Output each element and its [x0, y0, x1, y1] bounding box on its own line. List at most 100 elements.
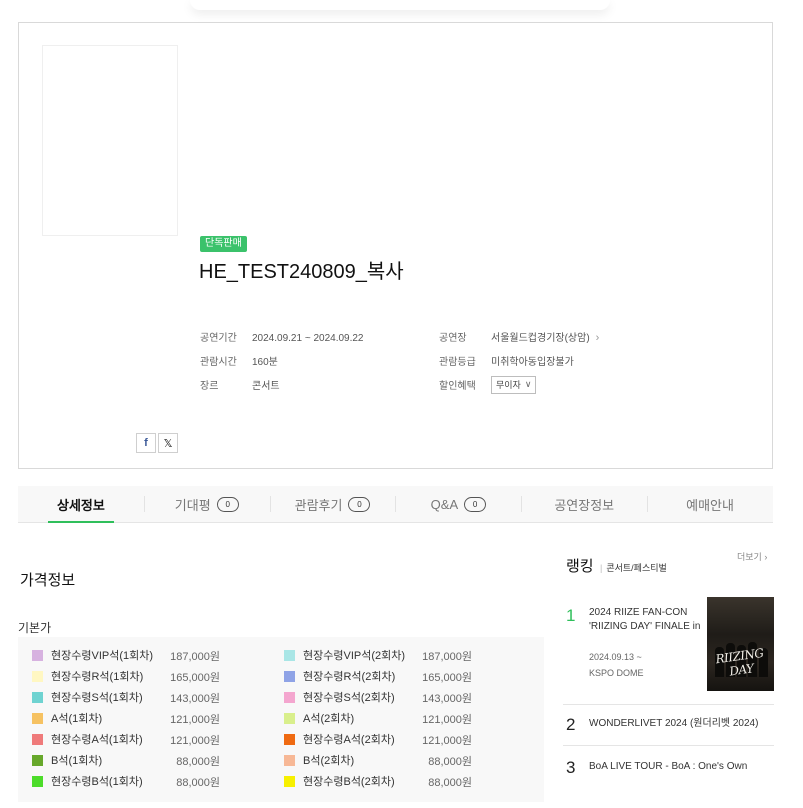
- tab-label: 상세정보: [56, 497, 105, 513]
- product-card: f 𝕏 단독판매 HE_TEST240809_복사 공연기간 2024.09.21…: [18, 22, 773, 469]
- rating-label: 관람등급: [439, 357, 476, 368]
- price-row: 현장수령B석(1회차): [32, 774, 143, 788]
- ranking-poster-image[interactable]: RIIZING DAY: [707, 597, 774, 691]
- rank-name-line1[interactable]: BoA LIVE TOUR - BoA : One's Own: [589, 760, 747, 774]
- price-row: 현장수령R석(1회차): [32, 669, 143, 683]
- seat-color-swatch: [32, 712, 43, 724]
- tab-qna[interactable]: Q&A 0: [395, 486, 521, 522]
- more-label[interactable]: 더보기: [737, 552, 762, 562]
- price-row: B석(2회차): [284, 753, 354, 767]
- share-row: f 𝕏: [136, 433, 178, 453]
- detail-tabs: 상세정보 기대평 0 관람후기 0 Q&A 0 공연장정보 예매안내: [18, 486, 773, 523]
- price-row: 현장수령VIP석(2회차): [284, 648, 405, 662]
- seat-grade-label: 현장수령VIP석(2회차): [303, 650, 406, 662]
- seat-price: 88,000원: [176, 777, 220, 789]
- ranking-more-link[interactable]: 더보기 ›: [737, 550, 767, 563]
- seat-color-swatch: [284, 691, 295, 703]
- venue-label: 공연장: [439, 333, 467, 344]
- tab-venue-info[interactable]: 공연장정보: [521, 486, 647, 522]
- chevron-right-icon[interactable]: ›: [596, 332, 600, 344]
- count-badge: 0: [464, 496, 487, 512]
- seat-color-swatch: [32, 754, 43, 766]
- poster-image: [42, 45, 178, 236]
- period-value: 2024.09.21 ~ 2024.09.22: [252, 333, 364, 344]
- seat-grade-label: 현장수령S석(1회차): [51, 692, 143, 704]
- seat-grade-label: A석(2회차): [303, 713, 355, 725]
- tab-label: Q&A: [430, 496, 459, 512]
- chevron-down-icon: ∨: [524, 379, 532, 390]
- ranking-title: 랭킹: [566, 558, 594, 575]
- ranking-category-label: 콘서트/페스티벌: [606, 563, 667, 573]
- seat-price: 121,000원: [170, 735, 220, 747]
- period-row: 공연기간 2024.09.21 ~ 2024.09.22: [200, 329, 364, 344]
- rank-name-line1[interactable]: 2024 RIIZE FAN-CON: [589, 606, 687, 620]
- seat-price: 187,000원: [422, 651, 472, 663]
- seat-grade-label: 현장수령VIP석(1회차): [51, 650, 154, 662]
- seat-color-swatch: [32, 733, 43, 745]
- seat-grade-label: 현장수령A석(2회차): [303, 734, 395, 746]
- tab-label: 기대평: [174, 497, 211, 513]
- price-row: A석(1회차): [32, 711, 102, 725]
- price-row: 현장수령A석(2회차): [284, 732, 395, 746]
- chevron-right-icon: ›: [764, 552, 768, 562]
- rank-date: 2024.09.13 ~: [589, 652, 642, 662]
- seat-grade-label: 현장수령B석(1회차): [51, 776, 143, 788]
- rank-name-line1[interactable]: WONDERLIVET 2024 (원더리벳 2024): [589, 717, 758, 731]
- price-row: 현장수령VIP석(1회차): [32, 648, 153, 662]
- seat-price: 88,000원: [428, 777, 472, 789]
- rank-venue: KSPO DOME: [589, 668, 644, 678]
- price-row: 현장수령A석(1회차): [32, 732, 143, 746]
- rank-name-line2[interactable]: 'RIIZING DAY' FINALE in: [589, 620, 700, 634]
- rating-row: 관람등급 미취학아동입장불가: [439, 353, 574, 368]
- seat-color-swatch: [32, 775, 43, 787]
- product-title: HE_TEST240809_복사: [199, 261, 404, 283]
- price-row: 현장수령B석(2회차): [284, 774, 395, 788]
- tab-review[interactable]: 관람후기 0: [269, 486, 396, 522]
- venue-row[interactable]: 공연장 서울월드컵경기장(상암) ›: [439, 329, 599, 344]
- rating-value: 미취학아동입장불가: [491, 357, 574, 368]
- top-shadow: [190, 0, 610, 10]
- rank-number: 1: [566, 606, 576, 625]
- tab-detail[interactable]: 상세정보: [18, 486, 144, 523]
- seat-color-swatch: [32, 649, 43, 661]
- seat-grade-label: 현장수령S석(2회차): [303, 692, 395, 704]
- seat-grade-label: 현장수령B석(2회차): [303, 776, 395, 788]
- discount-value: 무이자: [496, 380, 521, 391]
- venue-value[interactable]: 서울월드컵경기장(상암): [491, 333, 590, 344]
- seat-color-swatch: [284, 775, 295, 787]
- rank-number: 2: [566, 715, 576, 734]
- price-table: 현장수령VIP석(1회차) 187,000원현장수령R석(1회차) 165,000원…: [18, 637, 544, 802]
- x-share-icon[interactable]: 𝕏: [158, 433, 178, 453]
- seat-color-swatch: [284, 649, 295, 661]
- period-label: 공연기간: [200, 333, 237, 344]
- seat-color-swatch: [284, 670, 295, 682]
- genre-label: 장르: [200, 381, 219, 392]
- tab-expectation[interactable]: 기대평 0: [143, 486, 270, 522]
- discount-select[interactable]: 무이자 ∨: [491, 375, 537, 394]
- count-badge: 0: [348, 496, 371, 512]
- tab-label: 관람후기: [294, 497, 343, 513]
- facebook-share-icon[interactable]: f: [136, 433, 156, 453]
- seat-price: 88,000원: [176, 756, 220, 768]
- exclusive-badge: 단독판매: [200, 236, 247, 252]
- seat-price: 187,000원: [170, 651, 220, 663]
- price-row: 현장수령S석(1회차): [32, 690, 143, 704]
- price-row: B석(1회차): [32, 753, 102, 767]
- seat-color-swatch: [284, 754, 295, 766]
- seat-grade-label: A석(1회차): [51, 713, 103, 725]
- seat-price: 143,000원: [422, 693, 472, 705]
- price-row: A석(2회차): [284, 711, 354, 725]
- tab-booking-guide[interactable]: 예매안내: [647, 486, 773, 522]
- runtime-value: 160분: [252, 357, 278, 368]
- seat-price: 121,000원: [422, 735, 472, 747]
- price-section-title: 가격정보: [20, 572, 76, 589]
- price-subheading: 기본가: [18, 621, 52, 635]
- seat-color-swatch: [32, 691, 43, 703]
- seat-grade-label: 현장수령A석(1회차): [51, 734, 143, 746]
- price-row: 현장수령R석(2회차): [284, 669, 395, 683]
- discount-label: 할인혜택: [439, 381, 476, 392]
- seat-color-swatch: [284, 733, 295, 745]
- genre-value: 콘서트: [252, 381, 280, 392]
- seat-grade-label: 현장수령R석(2회차): [303, 671, 396, 683]
- seat-price: 165,000원: [170, 672, 220, 684]
